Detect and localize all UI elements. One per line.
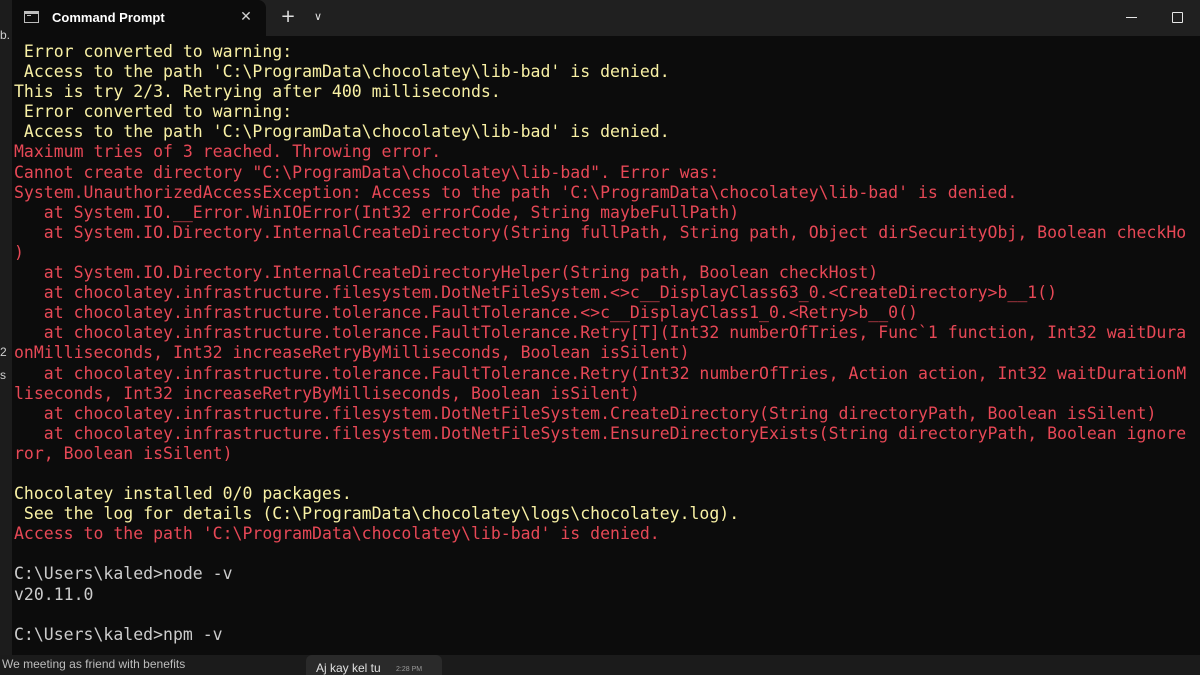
console-line: Access to the path 'C:\ProgramData\choco…	[14, 524, 660, 544]
console-line: liseconds, Int32 increaseRetryByMillisec…	[14, 383, 640, 403]
console-line: at chocolatey.infrastructure.tolerance.F…	[14, 363, 1187, 383]
command-prompt-window: Command Prompt ✕ + ∨ Error converted to …	[12, 0, 1200, 655]
background-chat-strip: We meeting as friend with benefits Aj ka…	[0, 655, 1200, 675]
console-line: Chocolatey installed 0/0 packages.	[14, 484, 352, 504]
console-line: at chocolatey.infrastructure.filesystem.…	[14, 423, 1187, 443]
console-line: )	[14, 242, 24, 262]
console-output[interactable]: Error converted to warning: Access to th…	[14, 42, 1200, 645]
tab-command-prompt[interactable]: Command Prompt ✕	[12, 0, 266, 36]
console-line: Error converted to warning:	[14, 102, 293, 122]
console-line: C:\Users\kaled>npm -v	[14, 624, 223, 644]
console-line: at chocolatey.infrastructure.tolerance.F…	[14, 323, 1187, 343]
console-line: Cannot create directory "C:\ProgramData\…	[14, 162, 720, 182]
console-line: at System.IO.__Error.WinIOError(Int32 er…	[14, 202, 740, 222]
minimize-icon[interactable]	[1120, 8, 1144, 28]
background-text-fragment: 2	[0, 345, 7, 359]
console-line: at chocolatey.infrastructure.filesystem.…	[14, 283, 1058, 303]
console-line: onMilliseconds, Int32 increaseRetryByMil…	[14, 343, 690, 363]
chevron-down-icon[interactable]: ∨	[308, 6, 328, 28]
background-chat-preview: We meeting as friend with benefits	[2, 657, 186, 671]
console-line: at System.IO.Directory.InternalCreateDir…	[14, 263, 879, 283]
terminal-icon	[24, 11, 39, 23]
chat-message-text: Aj kay kel tu	[316, 661, 381, 675]
console-line: Access to the path 'C:\ProgramData\choco…	[14, 122, 670, 142]
console-line: Access to the path 'C:\ProgramData\choco…	[14, 62, 670, 82]
background-text-fragment: s	[0, 368, 6, 382]
title-bar: Command Prompt ✕ + ∨	[12, 0, 1200, 36]
background-text-fragment: b.	[0, 28, 11, 42]
console-line: This is try 2/3. Retrying after 400 mill…	[14, 82, 501, 102]
chat-bubble: Aj kay kel tu 2:28 PM	[306, 655, 442, 675]
chat-message-time: 2:28 PM	[396, 666, 423, 673]
console-line: v20.11.0	[14, 584, 94, 604]
tab-title: Command Prompt	[52, 10, 165, 25]
console-line: See the log for details (C:\ProgramData\…	[14, 504, 740, 524]
background-window-edge: b. 2 s	[0, 0, 12, 675]
console-line: at chocolatey.infrastructure.tolerance.F…	[14, 303, 918, 323]
console-line: at chocolatey.infrastructure.filesystem.…	[14, 403, 1157, 423]
new-tab-plus-icon[interactable]: +	[276, 5, 300, 29]
console-line: Error converted to warning:	[14, 42, 293, 61]
console-line: at System.IO.Directory.InternalCreateDir…	[14, 222, 1187, 242]
console-line: System.UnauthorizedAccessException: Acce…	[14, 182, 1018, 202]
maximize-icon[interactable]	[1166, 8, 1190, 28]
console-line: ror, Boolean isSilent)	[14, 443, 233, 463]
console-line: C:\Users\kaled>node -v	[14, 564, 233, 584]
console-line: Maximum tries of 3 reached. Throwing err…	[14, 142, 442, 162]
close-tab-icon[interactable]: ✕	[235, 6, 257, 28]
